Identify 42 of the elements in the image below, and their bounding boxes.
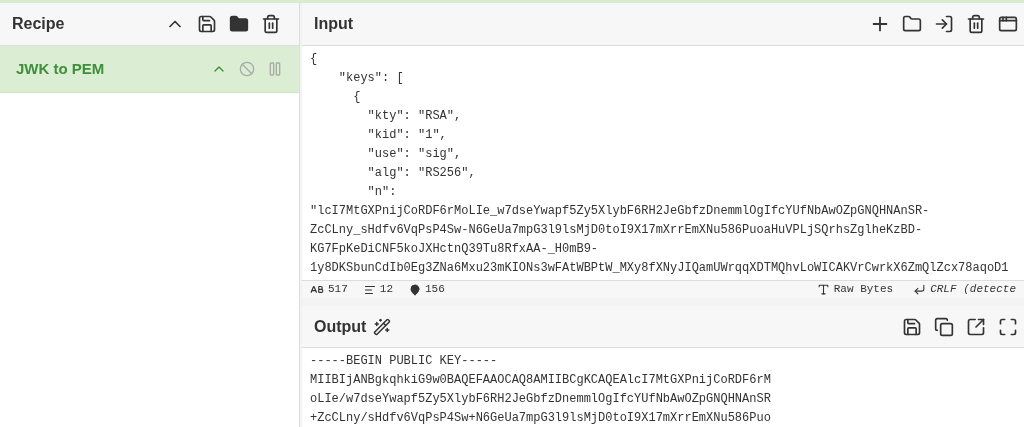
- maximize-icon: [998, 316, 1018, 337]
- code-line: "alg": "RS256",: [366, 165, 476, 182]
- cursor-position: 156: [425, 282, 446, 298]
- code-line: 1y8DKSbunCdIb0Eg3ZNa6Mxu23mKIONs3wFAtWBPtW_MXy8fXNyJIQamUWrqqXDTMQhvLoWICAKVrCwrkX6ZmQlZcx78aqoD1: [310, 260, 1009, 277]
- wand-icon: [373, 317, 392, 336]
- encoding-button[interactable]: Raw Bytes: [833, 281, 894, 298]
- export-icon: [966, 316, 986, 337]
- trash-icon: [261, 14, 281, 34]
- trash-icon: [966, 14, 986, 34]
- code-line: "use": "sig",: [366, 146, 462, 163]
- code-line: {: [352, 89, 361, 106]
- code-line: +ZcCLny/sHdfv6VqPsP4Sw+N6GeUa7mpG3l9lsMjD0toI9X17mXrrEmXNu586Puo: [310, 410, 771, 427]
- save-icon: [197, 14, 217, 34]
- folder-icon: [902, 14, 922, 34]
- line-count: 12: [379, 282, 393, 298]
- panel-title: Input: [314, 14, 355, 34]
- copy-icon: [934, 316, 954, 337]
- length-count: 517: [328, 282, 348, 298]
- import-icon: [934, 14, 954, 34]
- operation-name: JWK to PEM: [16, 58, 106, 79]
- code-line: {: [310, 51, 318, 68]
- save-icon: [902, 316, 922, 337]
- panel-title: Recipe: [12, 14, 66, 34]
- code-line: oLIe/w7dseYwapf5Zy5XlybF6RH2JeGbfzDnemmlOgIfcYUfNbAwOZpGNQHNAnSR: [310, 391, 771, 408]
- input-text-area[interactable]: [302, 46, 1024, 280]
- code-line: "kty": "RSA",: [366, 108, 462, 125]
- return-icon: [913, 283, 927, 296]
- code-line: ZcCLny_sHdfv6VqPsP4Sw-N6GeUa7mpG3l9lsMjD0toI9X17mXrrEmXNu586PuoaHuVPLjSQrhsZglheKzBD-: [310, 222, 923, 239]
- code-line: KG7FpKeDiCNF5koJXHctnQ39Tu8RfxAA-_H0mB9-: [310, 241, 599, 258]
- code-line: "n":: [366, 184, 397, 201]
- code-line: "kid": "1",: [366, 127, 447, 144]
- lines-icon: [363, 283, 376, 296]
- eol-button[interactable]: CRLF (detecte: [930, 281, 1016, 298]
- code-line: MIIBIjANBgkqhkiG9w0BAQEFAAOCAQ8AMIIBCgKCAQEAlcI7MtGXPnijCoRDF6rM: [310, 372, 771, 389]
- text-icon: [816, 283, 830, 296]
- map-pin-icon: [409, 283, 421, 296]
- folder-icon: [229, 14, 249, 34]
- panel-title: Output: [314, 316, 367, 337]
- code-line: "keys": [: [337, 70, 404, 87]
- code-line: "lcI7MtGXPnijCoRDF6rMoLIe_w7dseYwapf5Zy5XlybF6RH2JeGbfzDnemmlOgIfcYUfNbAwOZpGNQHNAnSR-: [310, 203, 930, 220]
- code-line: -----BEGIN PUBLIC KEY-----: [310, 353, 498, 370]
- window-icon: [998, 14, 1018, 34]
